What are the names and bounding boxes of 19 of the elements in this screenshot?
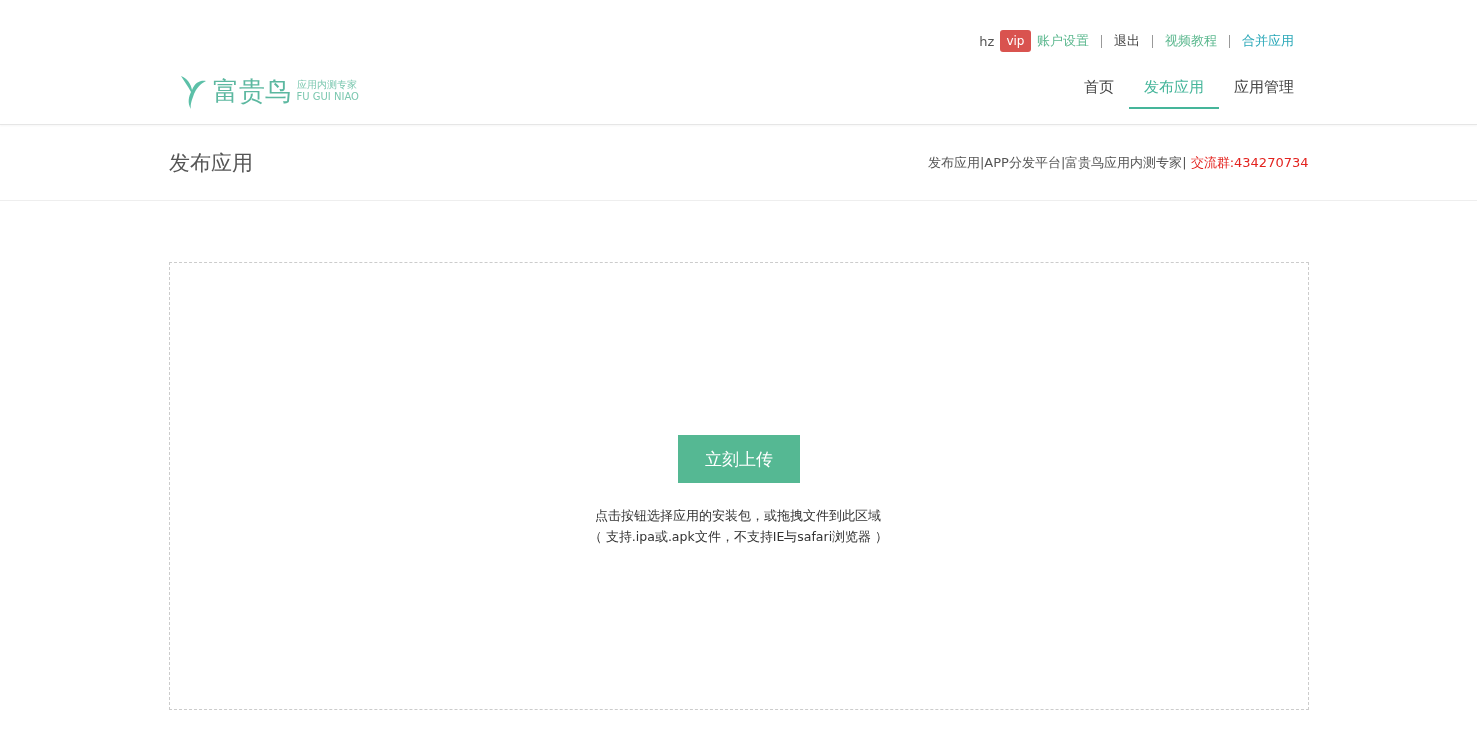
nav-tab[interactable]: 首页 [1068, 70, 1129, 109]
breadcrumb-text: 发布应用|APP分发平台|富贵鸟应用内测专家| [927, 154, 1187, 170]
nav-tab[interactable]: 发布应用 [1128, 70, 1219, 109]
username: hz [979, 33, 995, 49]
page-title: 发布应用 [168, 149, 253, 177]
upload-hint: 点击按钮选择应用的安装包，或拖拽文件到此区域 [594, 507, 883, 525]
top-link[interactable]: 退出 [1113, 32, 1140, 50]
upload-note: （ 支持.ipa或.apk文件，不支持IE与safari浏览器 ） [588, 528, 889, 546]
logo-tagline: 应用内测专家 [296, 79, 358, 91]
logo-latin: FU GUI NIAO [296, 91, 359, 103]
top-link[interactable]: 视频教程 [1164, 32, 1217, 50]
upload-button[interactable]: 立刻上传 [677, 435, 800, 483]
contact-group: 交流群:434270734 [1190, 154, 1309, 170]
upload-drop-area[interactable]: 立刻上传 点击按钮选择应用的安装包，或拖拽文件到此区域 （ 支持.ipa或.apk文件，不支持IE与safari浏览器 ） [168, 262, 1309, 710]
vip-badge: vip [1000, 30, 1031, 52]
nav-tab[interactable]: 应用管理 [1218, 70, 1309, 109]
top-link[interactable]: 合并应用 [1241, 32, 1294, 50]
logo-name: 富贵鸟 [212, 74, 291, 108]
top-link[interactable]: 账户设置 [1036, 32, 1089, 50]
